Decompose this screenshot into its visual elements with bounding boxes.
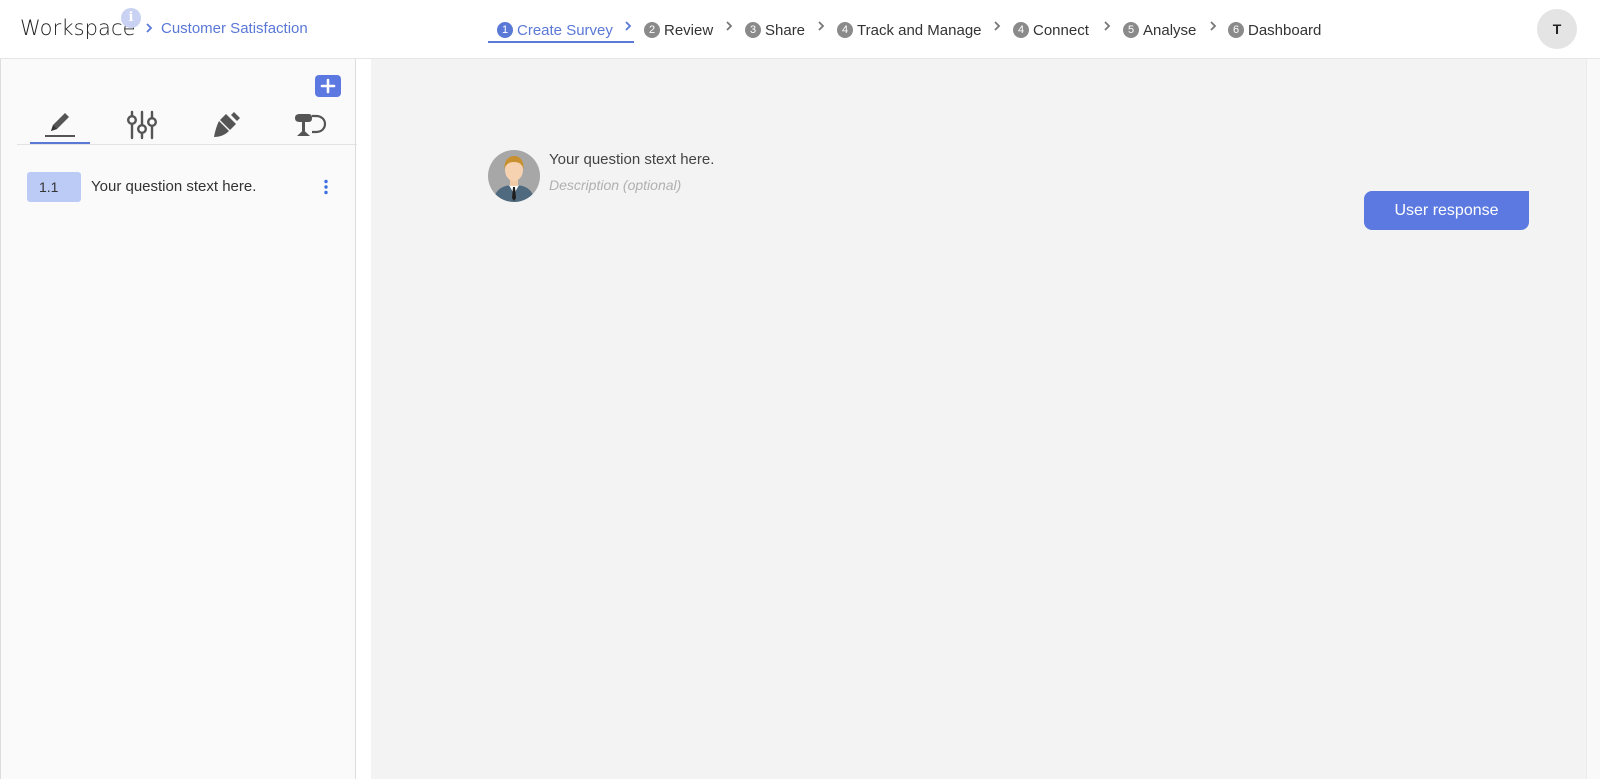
step-share[interactable]: 3 Share — [745, 16, 805, 44]
pencil-icon — [45, 113, 75, 137]
question-description[interactable]: Description (optional) — [549, 177, 681, 193]
tab-edit[interactable] — [42, 109, 78, 141]
chevron-right-icon — [1104, 21, 1111, 31]
step-label: Create Survey — [517, 21, 613, 39]
chevron-right-icon — [146, 23, 153, 33]
step-number: 2 — [644, 22, 660, 38]
step-number: 4 — [837, 22, 853, 38]
step-number: 1 — [497, 22, 513, 38]
question-sidebar: 1.1 Your question stext here. — [0, 59, 357, 779]
step-label: Dashboard — [1248, 21, 1322, 39]
plus-icon — [320, 78, 336, 94]
more-vertical-icon[interactable] — [323, 179, 329, 195]
chevron-right-icon — [625, 21, 632, 31]
sidebar-toolbar — [17, 103, 357, 145]
tab-logic[interactable] — [292, 109, 328, 141]
step-number: 5 — [1123, 22, 1139, 38]
step-label: Analyse — [1143, 21, 1197, 39]
step-label: Track and Manage — [857, 21, 982, 39]
add-question-button[interactable] — [315, 75, 341, 97]
step-track-and-manage[interactable]: 4 Track and Manage — [837, 16, 982, 44]
step-label: Connect — [1033, 21, 1089, 39]
info-icon[interactable]: i — [121, 8, 141, 28]
step-dashboard[interactable]: 6 Dashboard — [1228, 16, 1321, 44]
question-list-text: Your question stext here. — [91, 178, 257, 195]
step-label: Share — [765, 21, 806, 39]
chevron-right-icon — [818, 21, 825, 31]
chevron-right-icon — [726, 21, 733, 31]
step-number: 3 — [745, 22, 761, 38]
workspace-title[interactable]: Workspace — [20, 16, 136, 40]
right-scroll-strip — [1586, 59, 1600, 779]
top-header: Workspace i Customer Satisfaction 1 Crea… — [0, 0, 1600, 59]
logic-icon — [295, 114, 327, 136]
chevron-right-icon — [1210, 21, 1217, 31]
step-connect[interactable]: 4 Connect — [1013, 16, 1089, 44]
user-avatar[interactable]: T — [1537, 9, 1577, 49]
active-tab-underline — [30, 142, 90, 144]
paint-brush-icon — [214, 112, 240, 137]
question-number-badge: 1.1 — [27, 172, 81, 202]
step-review[interactable]: 2 Review — [644, 16, 713, 44]
chevron-right-icon — [994, 21, 1001, 31]
user-response-button[interactable]: User response — [1364, 191, 1529, 230]
step-analyse[interactable]: 5 Analyse — [1123, 16, 1196, 44]
step-label: Review — [664, 21, 714, 39]
sliders-icon — [127, 110, 158, 140]
step-number: 6 — [1228, 22, 1244, 38]
question-list-item[interactable]: 1.1 Your question stext here. — [27, 172, 345, 202]
tab-settings[interactable] — [124, 109, 160, 141]
tab-design[interactable] — [208, 109, 244, 141]
breadcrumb-survey-name[interactable]: Customer Satisfaction — [161, 20, 308, 37]
agent-avatar — [488, 150, 540, 202]
step-number: 4 — [1013, 22, 1029, 38]
question-title[interactable]: Your question stext here. — [549, 151, 714, 168]
active-step-underline — [488, 41, 634, 43]
step-create-survey[interactable]: 1 Create Survey — [497, 16, 613, 44]
